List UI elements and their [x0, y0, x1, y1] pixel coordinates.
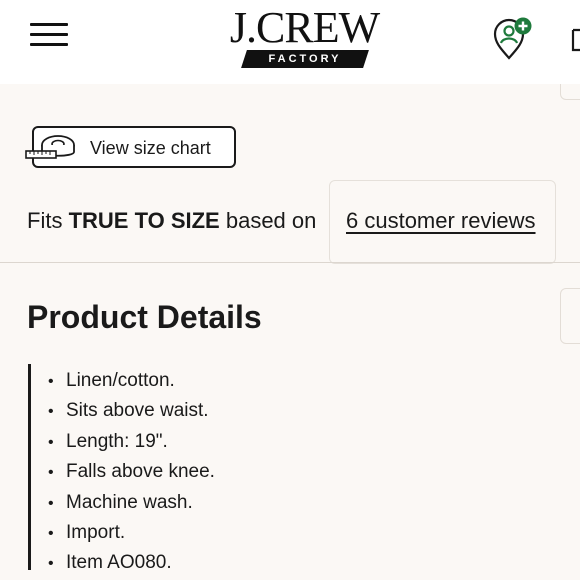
menu-line [30, 43, 68, 46]
bullet: • [48, 555, 54, 573]
list-item: • Sits above waist. [48, 396, 215, 426]
detail-text: Linen/cotton. [66, 370, 175, 391]
bullet: • [48, 464, 54, 482]
bullet: • [48, 525, 54, 543]
customer-reviews-link[interactable]: 6 customer reviews [346, 208, 536, 234]
logo-wordmark: J.CREW [229, 3, 380, 52]
bullet: • [48, 373, 54, 390]
measuring-tape-icon [25, 135, 75, 159]
bullet: • [48, 403, 54, 421]
list-item: • Item AO080. [48, 548, 215, 578]
detail-text: Length: 19". [66, 430, 168, 452]
menu-line [30, 23, 68, 26]
list-item: • Linen/cotton. [48, 366, 215, 396]
menu-line [30, 33, 68, 36]
fit-summary: Fits TRUE TO SIZE based on [27, 208, 316, 234]
detail-text: Machine wash. [66, 491, 193, 513]
details-accent-bar [28, 364, 31, 570]
logo-subtitle: FACTORY [268, 53, 342, 65]
account-add-icon[interactable] [490, 14, 536, 60]
edge-panel [560, 288, 580, 344]
detail-text: Item AO080. [66, 552, 172, 574]
detail-text: Sits above waist. [66, 400, 209, 422]
hamburger-menu-icon[interactable] [30, 22, 68, 48]
product-details-list: • Linen/cotton. • Sits above waist. • Lengt… [48, 366, 215, 579]
list-item: • Length: 19". [48, 427, 215, 457]
site-header: J.CREW FACTORY [0, 0, 580, 84]
section-divider [0, 262, 580, 263]
view-size-chart-label: View size chart [90, 138, 211, 158]
bullet: • [48, 494, 54, 512]
fit-rating: TRUE TO SIZE [68, 208, 220, 233]
product-details-heading: Product Details [27, 299, 262, 335]
list-item: • Falls above knee. [48, 457, 215, 487]
fit-suffix: based on [219, 208, 317, 233]
list-item: • Machine wash. [48, 488, 215, 518]
jcrew-factory-logo[interactable]: J.CREW FACTORY [222, 6, 387, 70]
edge-panel [560, 84, 580, 100]
bullet: • [48, 433, 54, 451]
detail-text: Import. [66, 522, 126, 544]
list-item: • Import. [48, 518, 215, 548]
shopping-bag-icon[interactable] [568, 28, 580, 52]
detail-text: Falls above knee. [66, 461, 215, 483]
fit-prefix: Fits [27, 208, 69, 233]
